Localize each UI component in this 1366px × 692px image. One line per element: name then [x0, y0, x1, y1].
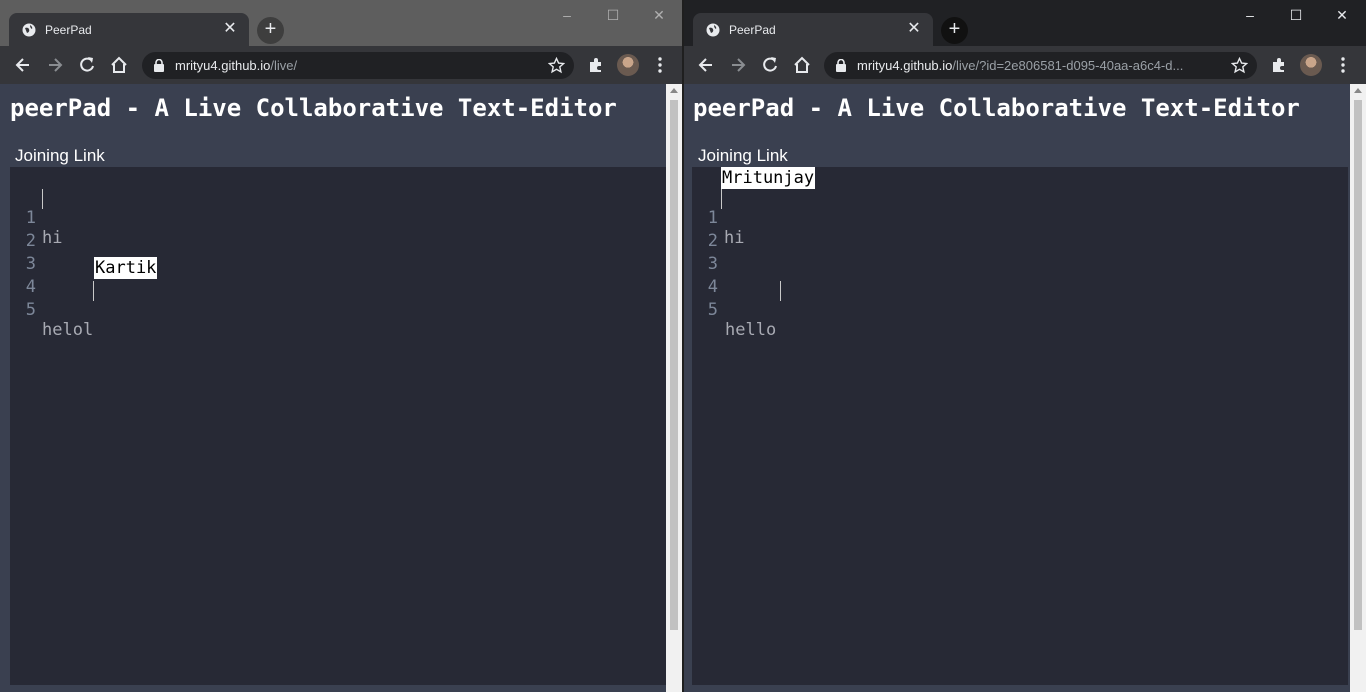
back-icon[interactable] — [696, 55, 716, 75]
globe-icon — [22, 23, 36, 37]
minimize-icon[interactable]: – — [1240, 6, 1260, 24]
remote-caret — [93, 281, 94, 301]
scrollbar-thumb[interactable] — [1354, 100, 1362, 630]
scrollbar[interactable] — [1350, 84, 1366, 692]
editor-line: 2 — [10, 211, 92, 251]
star-icon[interactable] — [548, 57, 565, 74]
globe-icon — [706, 23, 720, 37]
forward-icon[interactable] — [45, 55, 65, 75]
tab-strip: PeerPad ✕ + – ☐ ✕ — [0, 0, 682, 46]
local-caret — [780, 281, 781, 301]
close-window-icon[interactable]: ✕ — [1332, 6, 1352, 24]
page-viewport: peerPad - A Live Collaborative Text-Edit… — [0, 84, 666, 692]
more-icon[interactable] — [1333, 55, 1353, 75]
extensions-icon[interactable] — [1269, 55, 1289, 75]
home-icon[interactable] — [792, 55, 812, 75]
more-icon[interactable] — [650, 55, 670, 75]
editor-line: 1 hi — [10, 188, 92, 248]
remote-cursor-label: Mritunjay — [721, 167, 816, 189]
reload-icon[interactable] — [760, 55, 780, 75]
page-viewport: peerPad - A Live Collaborative Text-Edit… — [684, 84, 1350, 692]
editor-line: 4 — [10, 257, 92, 297]
tab-strip: PeerPad ✕ + – ☐ ✕ — [684, 0, 1366, 46]
editor-line: 5 hello — [692, 280, 776, 340]
tab-title: PeerPad — [45, 23, 92, 37]
toolbar: mrityu4.github.io/live/?id=2e806581-d095… — [684, 46, 1366, 84]
plus-icon[interactable]: + — [257, 17, 284, 44]
toolbar: mrityu4.github.io/live/ — [0, 46, 682, 84]
tab-peerpad[interactable]: PeerPad ✕ — [9, 13, 249, 46]
plus-icon[interactable]: + — [941, 17, 968, 44]
editor-line: 5 helol — [10, 280, 93, 340]
code-editor[interactable]: 1 hi 2 3 4 Kartik 5 helol — [10, 167, 666, 685]
editor-line: 3 — [10, 234, 92, 274]
extensions-icon[interactable] — [586, 55, 606, 75]
editor-line: 3 — [692, 234, 774, 274]
line-text: helol — [42, 320, 94, 340]
page-title: peerPad - A Live Collaborative Text-Edit… — [693, 94, 1300, 122]
avatar[interactable] — [1300, 54, 1322, 76]
url-text: mrityu4.github.io/live/?id=2e806581-d095… — [857, 58, 1184, 73]
url-text: mrityu4.github.io/live/ — [175, 58, 298, 73]
remote-caret — [42, 189, 43, 209]
star-icon[interactable] — [1231, 57, 1248, 74]
tab-title: PeerPad — [729, 23, 776, 37]
reload-icon[interactable] — [77, 55, 97, 75]
scroll-up-arrow[interactable] — [1354, 88, 1362, 93]
maximize-icon[interactable]: ☐ — [1286, 6, 1306, 24]
back-icon[interactable] — [13, 55, 33, 75]
address-bar[interactable]: mrityu4.github.io/live/ — [142, 52, 574, 79]
remote-cursor-label: Kartik — [94, 257, 158, 279]
close-icon[interactable]: ✕ — [905, 20, 923, 38]
avatar[interactable] — [617, 54, 639, 76]
editor-line: 4 — [692, 257, 774, 297]
tab-peerpad[interactable]: PeerPad ✕ — [693, 13, 933, 46]
code-editor[interactable]: Mritunjay 1 hi 2 3 4 5 hello — [692, 167, 1348, 685]
address-bar[interactable]: mrityu4.github.io/live/?id=2e806581-d095… — [824, 52, 1257, 79]
line-text: hello — [725, 320, 777, 340]
lock-icon — [154, 59, 164, 72]
page-title: peerPad - A Live Collaborative Text-Edit… — [10, 94, 617, 122]
line-number: 5 — [25, 300, 36, 320]
browser-window-right: PeerPad ✕ + – ☐ ✕ mrityu4.github.io/live… — [684, 0, 1366, 692]
scrollbar[interactable] — [666, 84, 682, 692]
joining-link[interactable]: Joining Link — [15, 146, 105, 166]
line-number: 5 — [707, 300, 718, 320]
browser-window-left: PeerPad ✕ + – ☐ ✕ mrityu4.github.io/live… — [0, 0, 682, 692]
scroll-up-arrow[interactable] — [670, 88, 678, 93]
home-icon[interactable] — [109, 55, 129, 75]
close-icon[interactable]: ✕ — [221, 20, 239, 38]
minimize-icon[interactable]: – — [557, 6, 577, 24]
remote-caret — [721, 189, 722, 209]
lock-icon — [836, 59, 846, 72]
editor-line: 2 — [692, 211, 774, 251]
editor-line: 1 hi — [692, 188, 774, 248]
forward-icon[interactable] — [728, 55, 748, 75]
maximize-icon[interactable]: ☐ — [603, 6, 623, 24]
close-window-icon[interactable]: ✕ — [649, 6, 669, 24]
scrollbar-thumb[interactable] — [670, 100, 678, 630]
joining-link[interactable]: Joining Link — [698, 146, 788, 166]
